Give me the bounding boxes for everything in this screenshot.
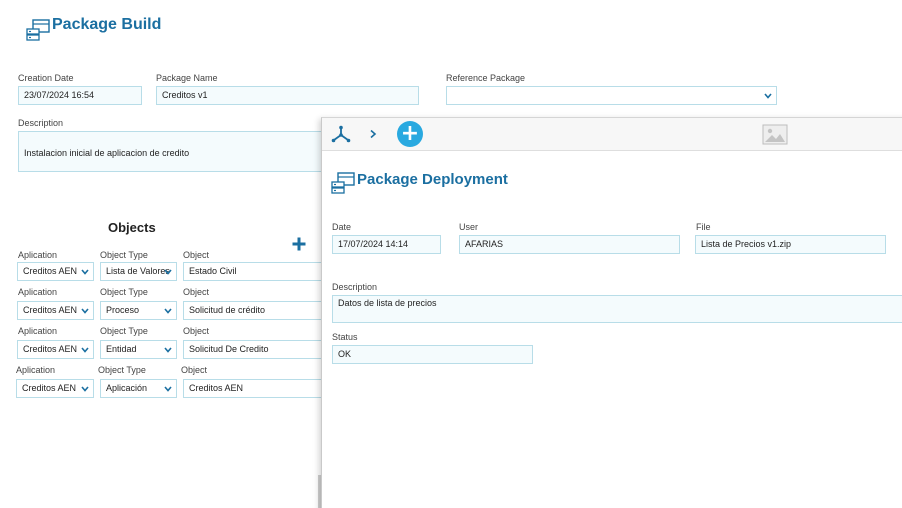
file-field[interactable]: Lista de Precios v1.zip xyxy=(695,235,886,254)
column-header-aplication: Aplication xyxy=(18,326,58,336)
object-type-value: Lista de Valores xyxy=(106,266,170,276)
object-type-value: Entidad xyxy=(106,344,137,354)
column-header-object: Object xyxy=(181,365,208,375)
object-value: Solicitud De Credito xyxy=(189,344,269,354)
chevron-down-icon xyxy=(81,269,89,275)
object-type-select[interactable]: Aplicación xyxy=(100,379,177,398)
reference-package-label: Reference Package xyxy=(446,73,526,83)
objects-title: Objects xyxy=(108,220,156,235)
object-type-select[interactable]: Proceso xyxy=(100,301,177,320)
deployment-toolbar: + xyxy=(322,118,902,151)
aplication-select[interactable]: Creditos AEN xyxy=(16,379,94,398)
package-deployment-panel: + Package Deployment Date 17/07/2024 14:… xyxy=(321,117,902,508)
chevron-down-icon xyxy=(164,269,172,275)
object-select[interactable]: Creditos AEN xyxy=(183,379,323,398)
chevron-down-icon xyxy=(81,386,89,392)
package-icon xyxy=(331,172,355,194)
aplication-select[interactable]: Creditos AEN xyxy=(17,340,94,359)
column-header-object-type: Object Type xyxy=(100,287,148,297)
object-select[interactable]: Estado Civil xyxy=(183,262,323,281)
aplication-select[interactable]: Creditos AEN xyxy=(17,262,94,281)
add-deployment-button[interactable]: + xyxy=(397,121,423,147)
page-title: Package Build xyxy=(52,16,162,33)
description-field[interactable]: Instalacion inicial de aplicacion de cre… xyxy=(18,131,328,172)
object-type-value: Proceso xyxy=(106,305,140,315)
object-type-select[interactable]: Entidad xyxy=(100,340,177,359)
column-header-object-type: Object Type xyxy=(98,365,146,375)
chevron-down-icon xyxy=(81,308,89,314)
aplication-select[interactable]: Creditos AEN xyxy=(17,301,94,320)
column-header-aplication: Aplication xyxy=(18,250,58,260)
chevron-down-icon xyxy=(81,347,89,353)
object-select[interactable]: Solicitud de crédito xyxy=(183,301,323,320)
deployment-title: Package Deployment xyxy=(357,171,508,188)
column-header-object-type: Object Type xyxy=(100,326,148,336)
image-icon[interactable] xyxy=(762,124,788,145)
aplication-value: Creditos AEN xyxy=(23,305,78,315)
reference-package-select[interactable] xyxy=(446,86,777,105)
chevron-down-icon xyxy=(164,386,172,392)
object-type-select[interactable]: Lista de Valores xyxy=(100,262,177,281)
column-header-object-type: Object Type xyxy=(100,250,148,260)
user-field[interactable]: AFARIAS xyxy=(459,235,680,254)
package-name-label: Package Name xyxy=(156,73,218,83)
chevron-down-icon xyxy=(164,308,172,314)
status-label: Status xyxy=(332,332,358,342)
object-type-value: Aplicación xyxy=(106,383,148,393)
package-name-field[interactable]: Creditos v1 xyxy=(156,86,419,105)
date-field[interactable]: 17/07/2024 14:14 xyxy=(332,235,441,254)
file-label: File xyxy=(696,222,711,232)
date-label: Date xyxy=(332,222,352,232)
status-field[interactable]: OK xyxy=(332,345,533,364)
chevron-down-icon xyxy=(164,347,172,353)
deploy-description-label: Description xyxy=(332,282,378,292)
aplication-value: Creditos AEN xyxy=(22,383,77,393)
column-header-object: Object xyxy=(183,287,210,297)
column-header-aplication: Aplication xyxy=(18,287,58,297)
column-header-object: Object xyxy=(183,326,210,336)
column-header-object: Object xyxy=(183,250,210,260)
column-header-aplication: Aplication xyxy=(16,365,56,375)
object-value: Creditos AEN xyxy=(189,383,244,393)
creation-date-label: Creation Date xyxy=(18,73,74,83)
creation-date-field[interactable]: 23/07/2024 16:54 xyxy=(18,86,142,105)
user-label: User xyxy=(459,222,479,232)
object-value: Estado Civil xyxy=(189,266,237,276)
deploy-description-field[interactable]: Datos de lista de precios xyxy=(332,295,902,323)
object-value: Solicitud de crédito xyxy=(189,305,266,315)
add-object-icon[interactable] xyxy=(292,237,306,251)
object-select[interactable]: Solicitud De Credito xyxy=(183,340,323,359)
chevron-down-icon xyxy=(764,93,772,99)
chevron-right-icon[interactable] xyxy=(368,129,378,139)
hierarchy-icon[interactable] xyxy=(331,125,351,145)
aplication-value: Creditos AEN xyxy=(23,266,78,276)
package-icon xyxy=(26,19,50,41)
aplication-value: Creditos AEN xyxy=(23,344,78,354)
description-label: Description xyxy=(18,118,64,128)
